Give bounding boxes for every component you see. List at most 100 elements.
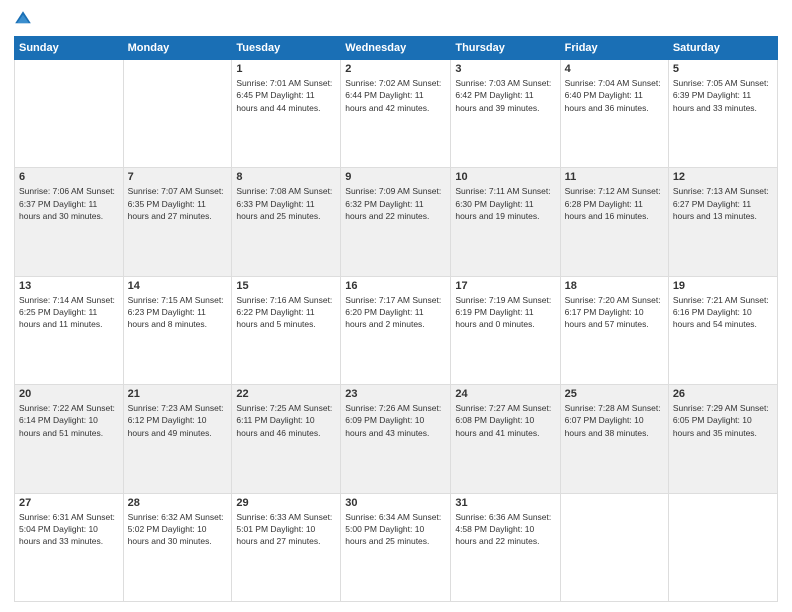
weekday-header-sunday: Sunday [15,37,124,60]
weekday-header-saturday: Saturday [668,37,777,60]
week-row-1: 1 Sunrise: 7:01 AM Sunset: 6:45 PM Daylig… [15,60,778,168]
day-number: 1 [236,63,336,75]
week-row-3: 13Sunrise: 7:14 AM Sunset: 6:25 PM Dayli… [15,276,778,384]
logo-icon [14,10,32,28]
calendar-table: SundayMondayTuesdayWednesdayThursdayFrid… [14,36,778,602]
weekday-header-wednesday: Wednesday [341,37,451,60]
day-detail: Sunrise: 7:07 AM Sunset: 6:35 PM Dayligh… [128,185,228,222]
day-detail: Sunrise: 7:04 AM Sunset: 6:40 PM Dayligh… [565,77,664,114]
day-detail: Sunrise: 7:21 AM Sunset: 6:16 PM Dayligh… [673,294,773,331]
day-detail: Sunrise: 7:29 AM Sunset: 6:05 PM Dayligh… [673,402,773,439]
day-number: 26 [673,388,773,400]
calendar-cell: 5 Sunrise: 7:05 AM Sunset: 6:39 PM Daylig… [668,60,777,168]
calendar-cell: 31 Sunrise: 6:36 AM Sunset: 4:58 PM Dayli… [451,493,560,601]
day-number: 13 [19,280,119,292]
calendar-cell: 3 Sunrise: 7:03 AM Sunset: 6:42 PM Daylig… [451,60,560,168]
calendar-cell: 12 Sunrise: 7:13 AM Sunset: 6:27 PM Dayli… [668,168,777,276]
calendar-cell: 6 Sunrise: 7:06 AM Sunset: 6:37 PM Daylig… [15,168,124,276]
day-number: 5 [673,63,773,75]
day-detail: Sunrise: 7:16 AM Sunset: 6:22 PM Dayligh… [236,294,336,331]
weekday-header-friday: Friday [560,37,668,60]
day-number: 11 [565,171,664,183]
calendar-cell: 14 Sunrise: 7:15 AM Sunset: 6:23 PM Dayli… [123,276,232,384]
calendar-cell: 21 Sunrise: 7:23 AM Sunset: 6:12 PM Dayli… [123,385,232,493]
day-number: 12 [673,171,773,183]
calendar-cell [15,60,124,168]
day-detail: Sunrise: 7:08 AM Sunset: 6:33 PM Dayligh… [236,185,336,222]
page: SundayMondayTuesdayWednesdayThursdayFrid… [0,0,792,612]
day-detail: Sunrise: 7:15 AM Sunset: 6:23 PM Dayligh… [128,294,228,331]
day-detail: Sunrise: 7:01 AM Sunset: 6:45 PM Dayligh… [236,77,336,114]
calendar-cell: 23 Sunrise: 7:26 AM Sunset: 6:09 PM Dayli… [341,385,451,493]
calendar-cell: 20Sunrise: 7:22 AM Sunset: 6:14 PM Dayli… [15,385,124,493]
day-number: 25 [565,388,664,400]
day-number: 28 [128,497,228,509]
calendar-cell: 4 Sunrise: 7:04 AM Sunset: 6:40 PM Daylig… [560,60,668,168]
day-detail: Sunrise: 7:17 AM Sunset: 6:20 PM Dayligh… [345,294,446,331]
logo [14,10,34,28]
weekday-header-tuesday: Tuesday [232,37,341,60]
day-detail: Sunrise: 7:19 AM Sunset: 6:19 PM Dayligh… [455,294,555,331]
day-number: 6 [19,171,119,183]
day-number: 16 [345,280,446,292]
calendar-cell: 24 Sunrise: 7:27 AM Sunset: 6:08 PM Dayli… [451,385,560,493]
calendar-cell: 17Sunrise: 7:19 AM Sunset: 6:19 PM Dayli… [451,276,560,384]
day-number: 19 [673,280,773,292]
calendar-cell: 25 Sunrise: 7:28 AM Sunset: 6:07 PM Dayli… [560,385,668,493]
calendar-cell: 27 Sunrise: 6:31 AM Sunset: 5:04 PM Dayli… [15,493,124,601]
day-detail: Sunrise: 7:12 AM Sunset: 6:28 PM Dayligh… [565,185,664,222]
calendar-cell: 7 Sunrise: 7:07 AM Sunset: 6:35 PM Daylig… [123,168,232,276]
day-number: 7 [128,171,228,183]
day-detail: Sunrise: 7:23 AM Sunset: 6:12 PM Dayligh… [128,402,228,439]
day-detail: Sunrise: 7:09 AM Sunset: 6:32 PM Dayligh… [345,185,446,222]
day-number: 27 [19,497,119,509]
calendar-cell [123,60,232,168]
calendar-cell: 8 Sunrise: 7:08 AM Sunset: 6:33 PM Daylig… [232,168,341,276]
calendar-cell: 28Sunrise: 6:32 AM Sunset: 5:02 PM Dayli… [123,493,232,601]
day-detail: Sunrise: 6:36 AM Sunset: 4:58 PM Dayligh… [455,511,555,548]
day-detail: Sunrise: 7:25 AM Sunset: 6:11 PM Dayligh… [236,402,336,439]
day-number: 31 [455,497,555,509]
calendar-cell: 30 Sunrise: 6:34 AM Sunset: 5:00 PM Dayli… [341,493,451,601]
day-detail: Sunrise: 7:03 AM Sunset: 6:42 PM Dayligh… [455,77,555,114]
day-number: 23 [345,388,446,400]
calendar-cell [668,493,777,601]
weekday-header-monday: Monday [123,37,232,60]
day-number: 9 [345,171,446,183]
calendar-cell: 1 Sunrise: 7:01 AM Sunset: 6:45 PM Daylig… [232,60,341,168]
calendar-cell: 10Sunrise: 7:11 AM Sunset: 6:30 PM Dayli… [451,168,560,276]
calendar-cell: 29Sunrise: 6:33 AM Sunset: 5:01 PM Dayli… [232,493,341,601]
day-detail: Sunrise: 7:27 AM Sunset: 6:08 PM Dayligh… [455,402,555,439]
day-number: 8 [236,171,336,183]
calendar-cell: 2 Sunrise: 7:02 AM Sunset: 6:44 PM Daylig… [341,60,451,168]
day-number: 14 [128,280,228,292]
day-number: 2 [345,63,446,75]
day-number: 3 [455,63,555,75]
day-number: 24 [455,388,555,400]
calendar-cell [560,493,668,601]
header [14,10,778,28]
weekday-header-thursday: Thursday [451,37,560,60]
day-detail: Sunrise: 7:06 AM Sunset: 6:37 PM Dayligh… [19,185,119,222]
day-detail: Sunrise: 7:28 AM Sunset: 6:07 PM Dayligh… [565,402,664,439]
day-number: 4 [565,63,664,75]
day-detail: Sunrise: 7:05 AM Sunset: 6:39 PM Dayligh… [673,77,773,114]
day-number: 21 [128,388,228,400]
day-number: 22 [236,388,336,400]
day-detail: Sunrise: 6:34 AM Sunset: 5:00 PM Dayligh… [345,511,446,548]
calendar-cell: 22 Sunrise: 7:25 AM Sunset: 6:11 PM Dayli… [232,385,341,493]
day-detail: Sunrise: 7:02 AM Sunset: 6:44 PM Dayligh… [345,77,446,114]
day-detail: Sunrise: 7:13 AM Sunset: 6:27 PM Dayligh… [673,185,773,222]
calendar-cell: 9 Sunrise: 7:09 AM Sunset: 6:32 PM Daylig… [341,168,451,276]
day-detail: Sunrise: 6:33 AM Sunset: 5:01 PM Dayligh… [236,511,336,548]
week-row-5: 27 Sunrise: 6:31 AM Sunset: 5:04 PM Dayli… [15,493,778,601]
day-number: 30 [345,497,446,509]
calendar-cell: 13Sunrise: 7:14 AM Sunset: 6:25 PM Dayli… [15,276,124,384]
day-detail: Sunrise: 6:31 AM Sunset: 5:04 PM Dayligh… [19,511,119,548]
day-detail: Sunrise: 7:11 AM Sunset: 6:30 PM Dayligh… [455,185,555,222]
day-detail: Sunrise: 7:26 AM Sunset: 6:09 PM Dayligh… [345,402,446,439]
calendar-cell: 11 Sunrise: 7:12 AM Sunset: 6:28 PM Dayli… [560,168,668,276]
day-number: 18 [565,280,664,292]
calendar-cell: 18Sunrise: 7:20 AM Sunset: 6:17 PM Dayli… [560,276,668,384]
week-row-4: 20Sunrise: 7:22 AM Sunset: 6:14 PM Dayli… [15,385,778,493]
